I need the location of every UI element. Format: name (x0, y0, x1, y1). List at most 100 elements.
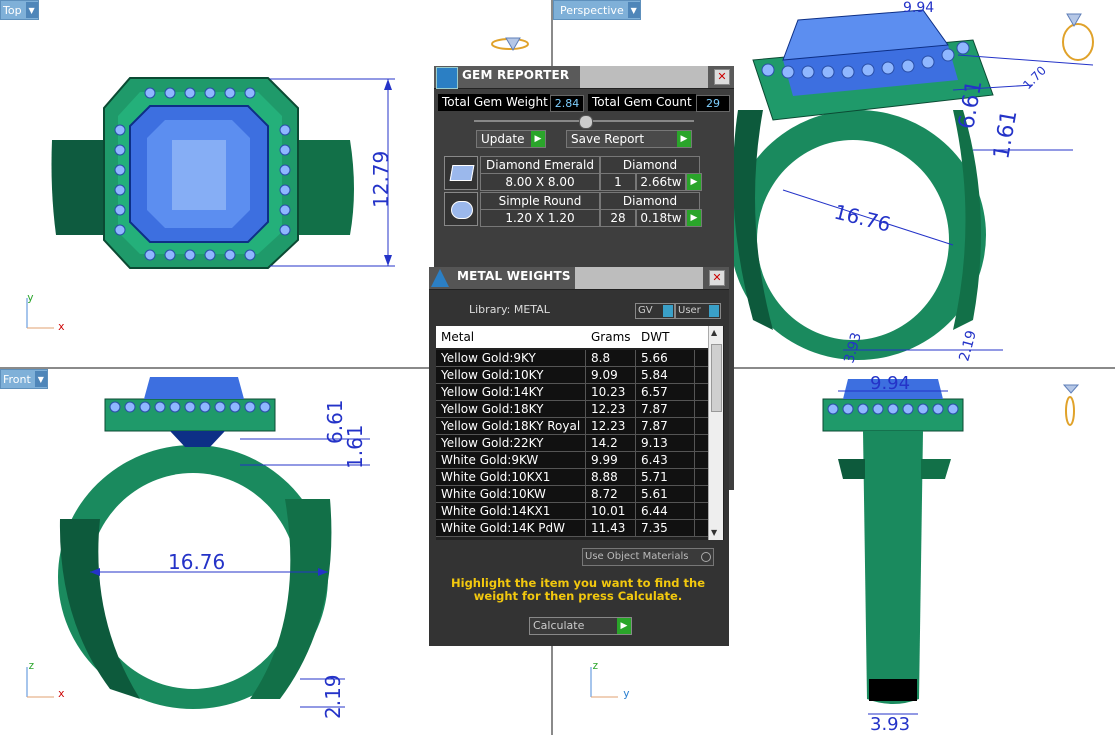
gem-material: Diamond (600, 192, 700, 210)
gv-toggle[interactable]: GV (635, 303, 675, 319)
metal-grams: 12.23 (591, 402, 626, 416)
save-report-button[interactable]: Save Report ▶ (566, 130, 692, 148)
title-tab-bg (580, 66, 708, 88)
metal-name: Yellow Gold:9KY (441, 351, 536, 365)
use-object-materials-label: Use Object Materials (585, 551, 689, 562)
chevron-down-icon[interactable]: ▼ (627, 2, 640, 18)
total-gem-count-label: Total Gem Count (588, 94, 696, 111)
update-button[interactable]: Update ▶ (476, 130, 546, 148)
col-metal: Metal (441, 330, 475, 344)
gem-reporter-title: GEM REPORTER (462, 68, 570, 82)
axis-label-z: z (28, 659, 35, 672)
svg-text:9.94: 9.94 (870, 373, 910, 394)
gem-reporter-icon (436, 67, 458, 89)
gem-weight: 0.18tw (636, 209, 686, 227)
svg-text:16.76: 16.76 (832, 200, 893, 237)
axis-label-y: y (27, 291, 34, 304)
metal-name: Yellow Gold:22KY (441, 436, 544, 450)
metal-weights-titlebar[interactable]: METAL WEIGHTS ✕ (429, 267, 729, 290)
table-scrollbar[interactable]: ▲ ▼ (708, 326, 723, 540)
metal-dwt: 6.43 (641, 453, 668, 467)
table-row[interactable]: Yellow Gold:10KY 9.09 5.84 (436, 367, 708, 384)
gem-row[interactable]: Simple Round Diamond 1.20 X 1.20 28 0.18… (444, 192, 702, 227)
info-icon (709, 305, 719, 317)
svg-text:1.61: 1.61 (343, 424, 367, 469)
play-icon: ▶ (531, 131, 545, 147)
gem-count: 28 (600, 209, 636, 227)
table-row[interactable]: White Gold:14K PdW 11.43 7.35 (436, 520, 708, 537)
gem-reporter-titlebar[interactable]: GEM REPORTER ✕ (434, 66, 734, 89)
play-icon[interactable]: ▶ (686, 209, 702, 227)
metal-name: White Gold:9KW (441, 453, 539, 467)
table-row[interactable]: Yellow Gold:18KY Royal 12.23 7.87 (436, 418, 708, 435)
gem-weight: 2.66tw (636, 173, 686, 191)
gem-size: 8.00 X 8.00 (480, 173, 600, 191)
axis-label-y: y (623, 687, 630, 700)
round-gem-icon (444, 192, 478, 226)
calculate-button[interactable]: Calculate ▶ (529, 617, 632, 635)
svg-text:3.93: 3.93 (870, 714, 910, 735)
metal-name: Yellow Gold:14KY (441, 385, 544, 399)
calculate-label: Calculate (533, 619, 585, 632)
svg-text:9.94: 9.94 (903, 0, 934, 16)
metal-name: White Gold:14KX1 (441, 504, 551, 518)
col-grams: Grams (591, 330, 631, 344)
close-icon[interactable]: ✕ (714, 69, 730, 85)
metal-name: White Gold:10KX1 (441, 470, 551, 484)
metal-dwt: 6.57 (641, 385, 668, 399)
metal-grams: 12.23 (591, 419, 626, 433)
metal-grams: 9.09 (591, 368, 618, 382)
metal-grams: 10.01 (591, 504, 626, 518)
table-row[interactable]: White Gold:10KW 8.72 5.61 (436, 486, 708, 503)
table-row[interactable]: Yellow Gold:9KY 8.8 5.66 (436, 350, 708, 367)
table-row[interactable]: White Gold:9KW 9.99 6.43 (436, 452, 708, 469)
metal-dwt: 5.84 (641, 368, 668, 382)
gem-name: Diamond Emerald (480, 156, 600, 174)
metal-grams: 8.88 (591, 470, 618, 484)
scroll-up-arrow[interactable]: ▲ (711, 328, 717, 337)
slider-handle[interactable] (579, 115, 593, 129)
gem-name: Simple Round (480, 192, 600, 210)
save-report-label: Save Report (571, 132, 645, 146)
play-icon[interactable]: ▶ (686, 173, 702, 191)
metal-grams: 8.8 (591, 351, 611, 365)
table-row[interactable]: Yellow Gold:22KY 14.2 9.13 (436, 435, 708, 452)
scroll-thumb[interactable] (711, 344, 722, 412)
svg-text:1.70: 1.70 (1020, 63, 1049, 92)
metal-name: Yellow Gold:18KY (441, 402, 544, 416)
close-icon[interactable]: ✕ (709, 270, 725, 286)
metal-grams: 10.23 (591, 385, 626, 399)
gem-material: Diamond (600, 156, 700, 174)
scroll-down-arrow[interactable]: ▼ (711, 528, 717, 537)
viewport-label-perspective[interactable]: Perspective ▼ (553, 0, 641, 20)
svg-text:1.61: 1.61 (989, 108, 1022, 161)
metal-grams: 11.43 (591, 521, 626, 535)
svg-text:16.76: 16.76 (168, 550, 225, 574)
table-row[interactable]: White Gold:14KX1 10.01 6.44 (436, 503, 708, 520)
gem-row[interactable]: Diamond Emerald Diamond 8.00 X 8.00 1 2.… (444, 156, 702, 191)
metal-dwt: 7.87 (641, 402, 668, 416)
chevron-down-icon[interactable]: ▼ (25, 2, 38, 18)
viewport-label-front[interactable]: Front ▼ (0, 369, 48, 389)
radio-icon (701, 552, 711, 562)
chevron-down-icon[interactable]: ▼ (34, 371, 47, 387)
update-button-label: Update (481, 132, 525, 146)
user-toggle[interactable]: User (675, 303, 721, 319)
total-gem-count-value: 29 (696, 95, 730, 112)
use-object-materials-toggle[interactable]: Use Object Materials (582, 548, 714, 566)
table-row[interactable]: White Gold:10KX1 8.88 5.71 (436, 469, 708, 486)
svg-text:3.93: 3.93 (841, 331, 865, 365)
metal-name: White Gold:14K PdW (441, 521, 566, 535)
instruction-text: Highlight the item you want to find the … (451, 576, 705, 603)
metal-grams: 14.2 (591, 436, 618, 450)
viewport-label-top[interactable]: Top ▼ (0, 0, 39, 20)
gv-label: GV (638, 305, 653, 316)
metal-table[interactable]: Metal Grams DWT Yellow Gold:9KY 8.8 5.66 Ye… (436, 326, 724, 540)
table-row[interactable]: Yellow Gold:18KY 12.23 7.87 (436, 401, 708, 418)
metal-name: Yellow Gold:10KY (441, 368, 544, 382)
table-row[interactable]: Yellow Gold:14KY 10.23 6.57 (436, 384, 708, 401)
svg-text:2.19: 2.19 (956, 329, 980, 363)
metal-dwt: 5.66 (641, 351, 668, 365)
axis-label-z: z (592, 659, 599, 672)
svg-text:6.61: 6.61 (954, 78, 987, 131)
